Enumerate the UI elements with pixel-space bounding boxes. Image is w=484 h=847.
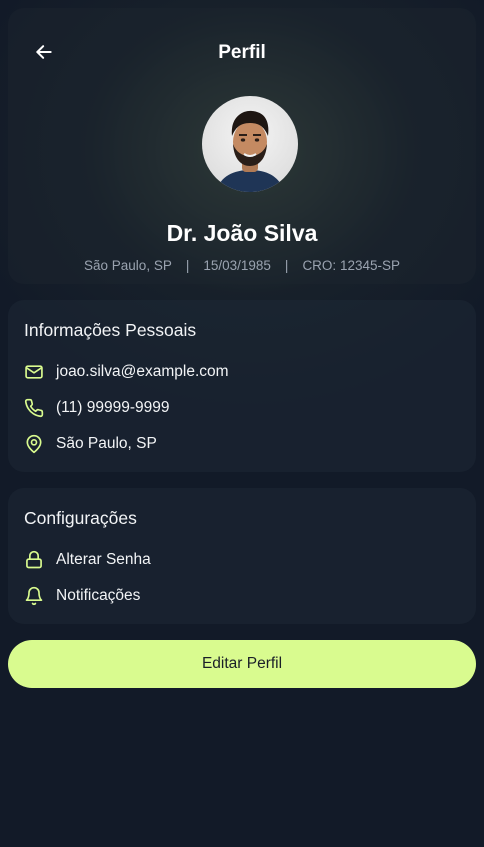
phone-icon	[24, 398, 44, 418]
page-title: Perfil	[218, 42, 266, 63]
profile-cro: CRO: 12345-SP	[302, 258, 400, 273]
profile-header-card: Perfil Dr. João Silva São Paulo, SP | 15/0…	[8, 8, 476, 284]
meta-separator: |	[284, 258, 289, 273]
profile-name: Dr. João Silva	[166, 220, 318, 246]
notifications-label: Notificações	[56, 587, 141, 604]
lock-icon	[24, 550, 44, 570]
mail-icon	[24, 362, 44, 382]
notifications-item[interactable]: Notificações	[24, 584, 140, 608]
location-row[interactable]: São Paulo, SP	[24, 432, 157, 456]
change-password-label: Alterar Senha	[56, 551, 151, 568]
profile-meta: São Paulo, SP | 15/03/1985 | CRO: 12345-SP	[8, 258, 476, 273]
profile-birth-date: 15/03/1985	[203, 258, 271, 273]
meta-separator: |	[185, 258, 190, 273]
change-password-item[interactable]: Alterar Senha	[24, 548, 151, 572]
location-text: São Paulo, SP	[56, 435, 157, 452]
avatar	[202, 96, 298, 192]
profile-city: São Paulo, SP	[84, 258, 172, 273]
section-title-settings: Configurações	[24, 508, 137, 528]
email-text: joao.silva@example.com	[56, 363, 229, 380]
bell-icon	[24, 586, 44, 606]
section-title-personal-info: Informações Pessoais	[24, 320, 197, 340]
phone-row[interactable]: (11) 99999-9999	[24, 396, 169, 420]
edit-profile-button[interactable]: Editar Perfil	[8, 640, 476, 688]
settings-card: Configurações Alterar Senha Notificações	[8, 488, 476, 624]
map-pin-icon	[24, 434, 44, 454]
phone-text: (11) 99999-9999	[56, 399, 170, 416]
email-row[interactable]: joao.silva@example.com	[24, 360, 229, 384]
personal-info-card: Informações Pessoais joao.silva@example.…	[8, 300, 476, 472]
